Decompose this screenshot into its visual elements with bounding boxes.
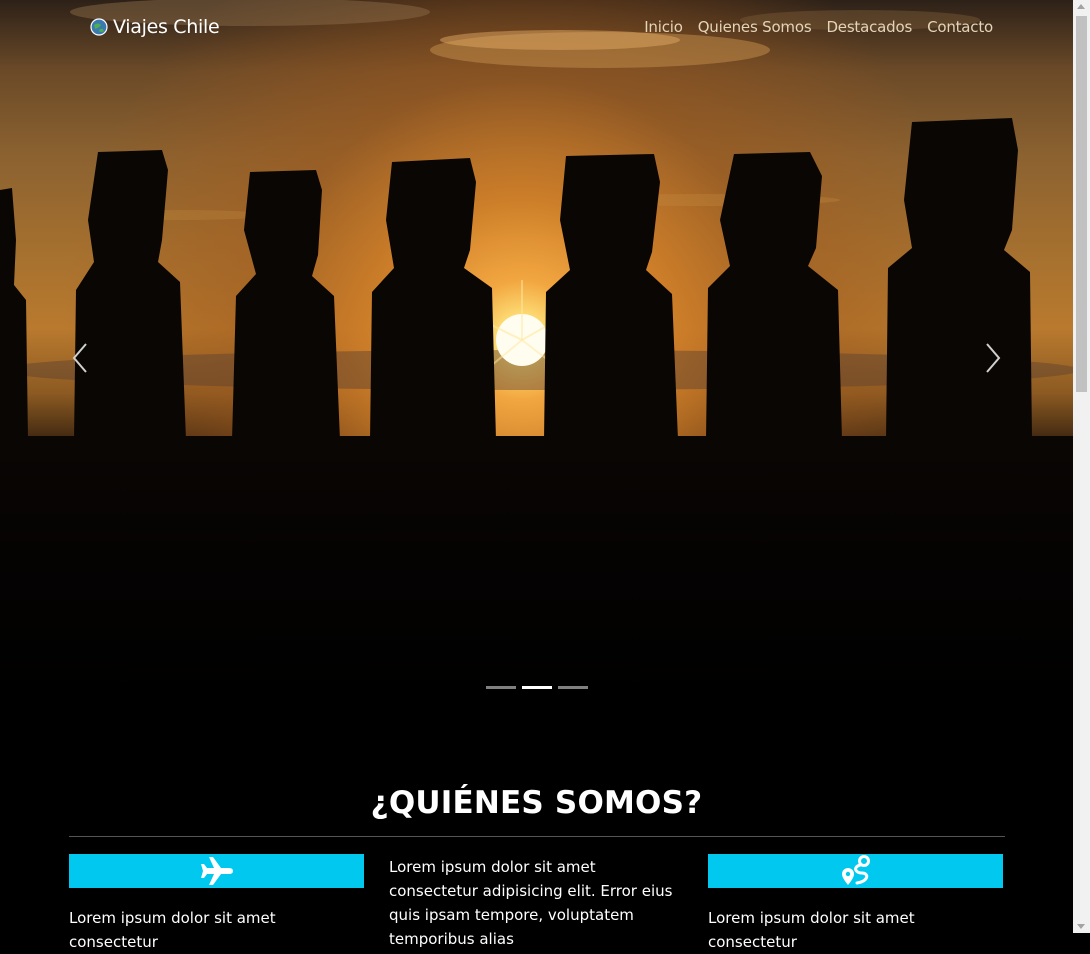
brand[interactable]: Viajes Chile <box>90 16 220 38</box>
navbar: Viajes Chile Inicio Quienes Somos Destac… <box>0 0 1073 58</box>
moai-silhouettes <box>0 118 1073 446</box>
route-icon <box>841 855 870 885</box>
nav-link-inicio[interactable]: Inicio <box>644 18 683 36</box>
airplane-icon <box>200 857 233 885</box>
section-title: ¿QUIÉNES SOMOS? <box>370 785 703 821</box>
carousel-indicator-3[interactable] <box>558 686 588 689</box>
nav-link-contacto[interactable]: Contacto <box>927 18 993 36</box>
icon-bar <box>708 854 1003 888</box>
brand-name: Viajes Chile <box>113 16 220 38</box>
carousel-indicator-2[interactable] <box>522 686 552 689</box>
divider <box>69 836 1005 837</box>
about-column-3: Lorem ipsum dolor sit amet consectetur <box>708 854 1003 954</box>
carousel-indicators <box>486 686 588 689</box>
vertical-scrollbar[interactable] <box>1073 0 1090 933</box>
main-nav: Inicio Quienes Somos Destacados Contacto <box>629 18 993 36</box>
column-text: Lorem ipsum dolor sit amet consectetur <box>69 909 276 951</box>
nav-link-destacados[interactable]: Destacados <box>826 18 912 36</box>
carousel-next-icon[interactable] <box>981 340 1005 376</box>
about-column-2: Lorem ipsum dolor sit amet consectetur a… <box>389 854 679 951</box>
about-section: ¿QUIÉNES SOMOS? Lorem ipsum dolor sit am… <box>0 715 1073 951</box>
carousel-prev-icon[interactable] <box>68 340 92 376</box>
column-text: Lorem ipsum dolor sit amet consectetur a… <box>389 858 673 948</box>
hero-carousel: Viajes Chile Inicio Quienes Somos Destac… <box>0 0 1073 715</box>
carousel-indicator-1[interactable] <box>486 686 516 689</box>
icon-bar <box>69 854 364 888</box>
nav-link-quienes-somos[interactable]: Quienes Somos <box>698 18 812 36</box>
globe-logo-icon <box>90 18 108 36</box>
scroll-thumb[interactable] <box>1076 16 1087 392</box>
about-column-1: Lorem ipsum dolor sit amet consectetur <box>69 854 364 954</box>
scroll-up-icon[interactable] <box>1077 4 1085 9</box>
scroll-down-icon[interactable] <box>1077 924 1085 929</box>
column-text: Lorem ipsum dolor sit amet consectetur <box>708 909 915 951</box>
